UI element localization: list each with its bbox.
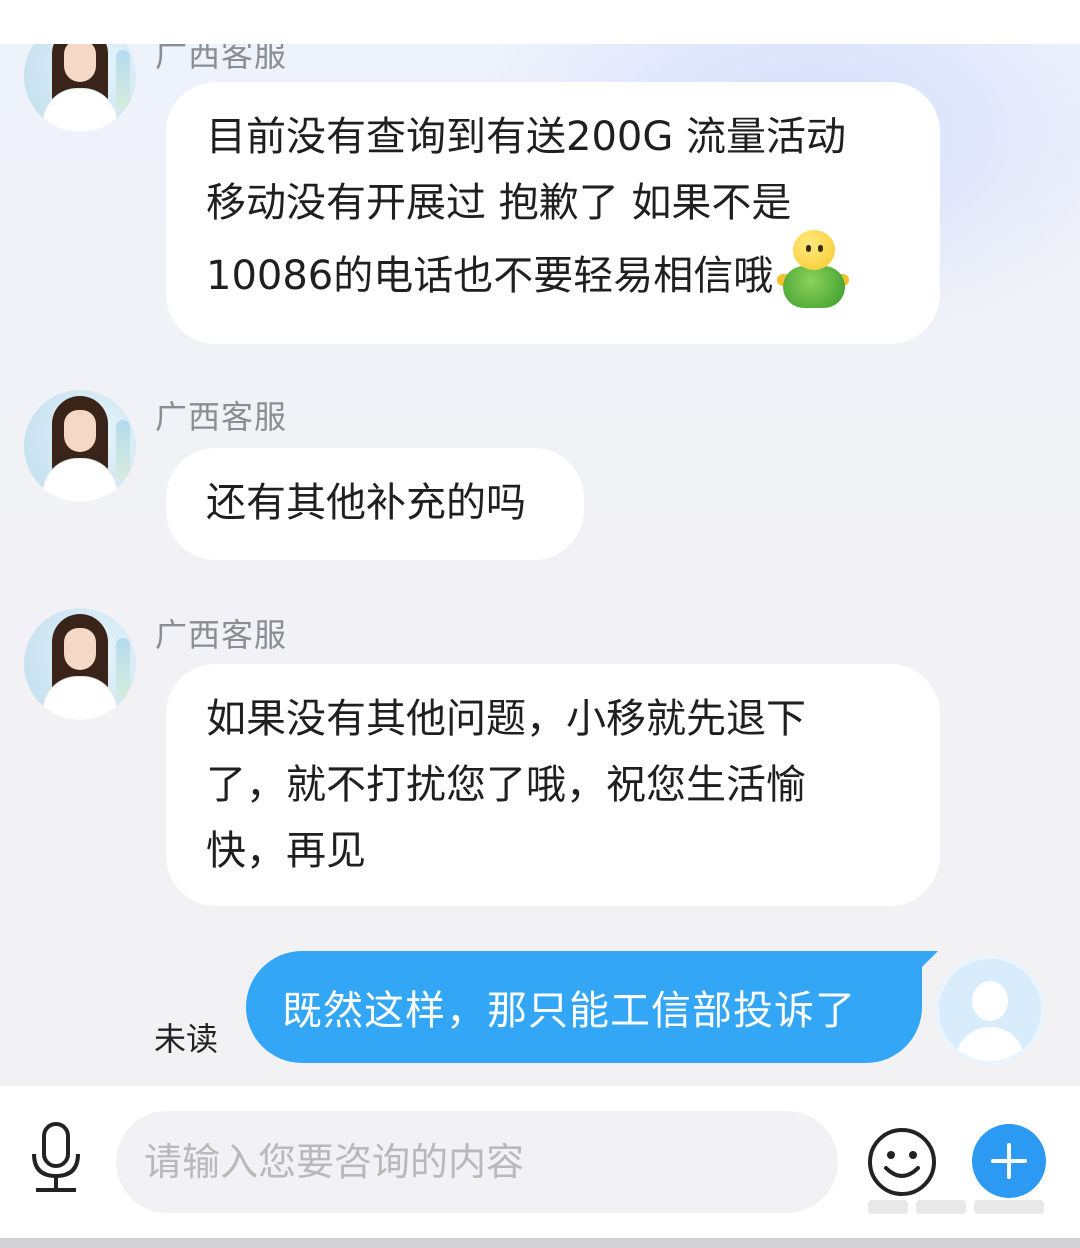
outgoing-message-text: 既然这样，那只能工信部投诉了 <box>282 988 856 1034</box>
navigation-bar <box>0 1238 1080 1248</box>
message-bubble: 还有其他补充的吗 <box>166 448 584 560</box>
unread-status: 未读 <box>154 1020 219 1058</box>
sender-name: 广西客服 <box>155 398 288 436</box>
user-avatar[interactable] <box>935 955 1045 1065</box>
message-line: 如果没有其他问题，小移就先退下 <box>206 696 806 742</box>
message-line: 移动没有开展过 抱歉了 如果不是 <box>206 180 792 226</box>
message-line: 10086的电话也不要轻易相信哦 <box>206 230 900 320</box>
message-line: 目前没有查询到有送200G 流量活动 <box>206 114 847 160</box>
smiley-icon[interactable] <box>866 1126 938 1198</box>
watermark-logo <box>868 1200 1044 1214</box>
message-bubble: 如果没有其他问题，小移就先退下 了，就不打扰您了哦，祝您生活愉 快，再见 <box>166 664 940 906</box>
agent-avatar[interactable] <box>24 390 136 502</box>
agent-avatar[interactable] <box>24 44 136 132</box>
plus-icon <box>991 1143 1027 1179</box>
microphone-icon[interactable] <box>28 1122 84 1194</box>
message-line: 了，就不打扰您了哦，祝您生活愉 <box>206 762 806 808</box>
chat-area[interactable]: 广西客服 目前没有查询到有送200G 流量活动 移动没有开展过 抱歉了 如果不是… <box>0 44 1080 1086</box>
sender-name: 广西客服 <box>155 44 288 74</box>
outgoing-message-bubble: 既然这样，那只能工信部投诉了 <box>246 951 938 1063</box>
message-line: 快，再见 <box>206 828 366 874</box>
message-line: 还有其他补充的吗 <box>206 480 526 526</box>
message-input[interactable] <box>116 1111 838 1213</box>
message-bubble: 目前没有查询到有送200G 流量活动 移动没有开展过 抱歉了 如果不是 1008… <box>166 82 940 344</box>
agent-avatar[interactable] <box>24 608 136 720</box>
turtle-emoji-icon <box>777 230 850 314</box>
more-options-button[interactable] <box>972 1124 1046 1198</box>
sender-name: 广西客服 <box>155 616 288 654</box>
status-bar-area <box>0 0 1080 44</box>
